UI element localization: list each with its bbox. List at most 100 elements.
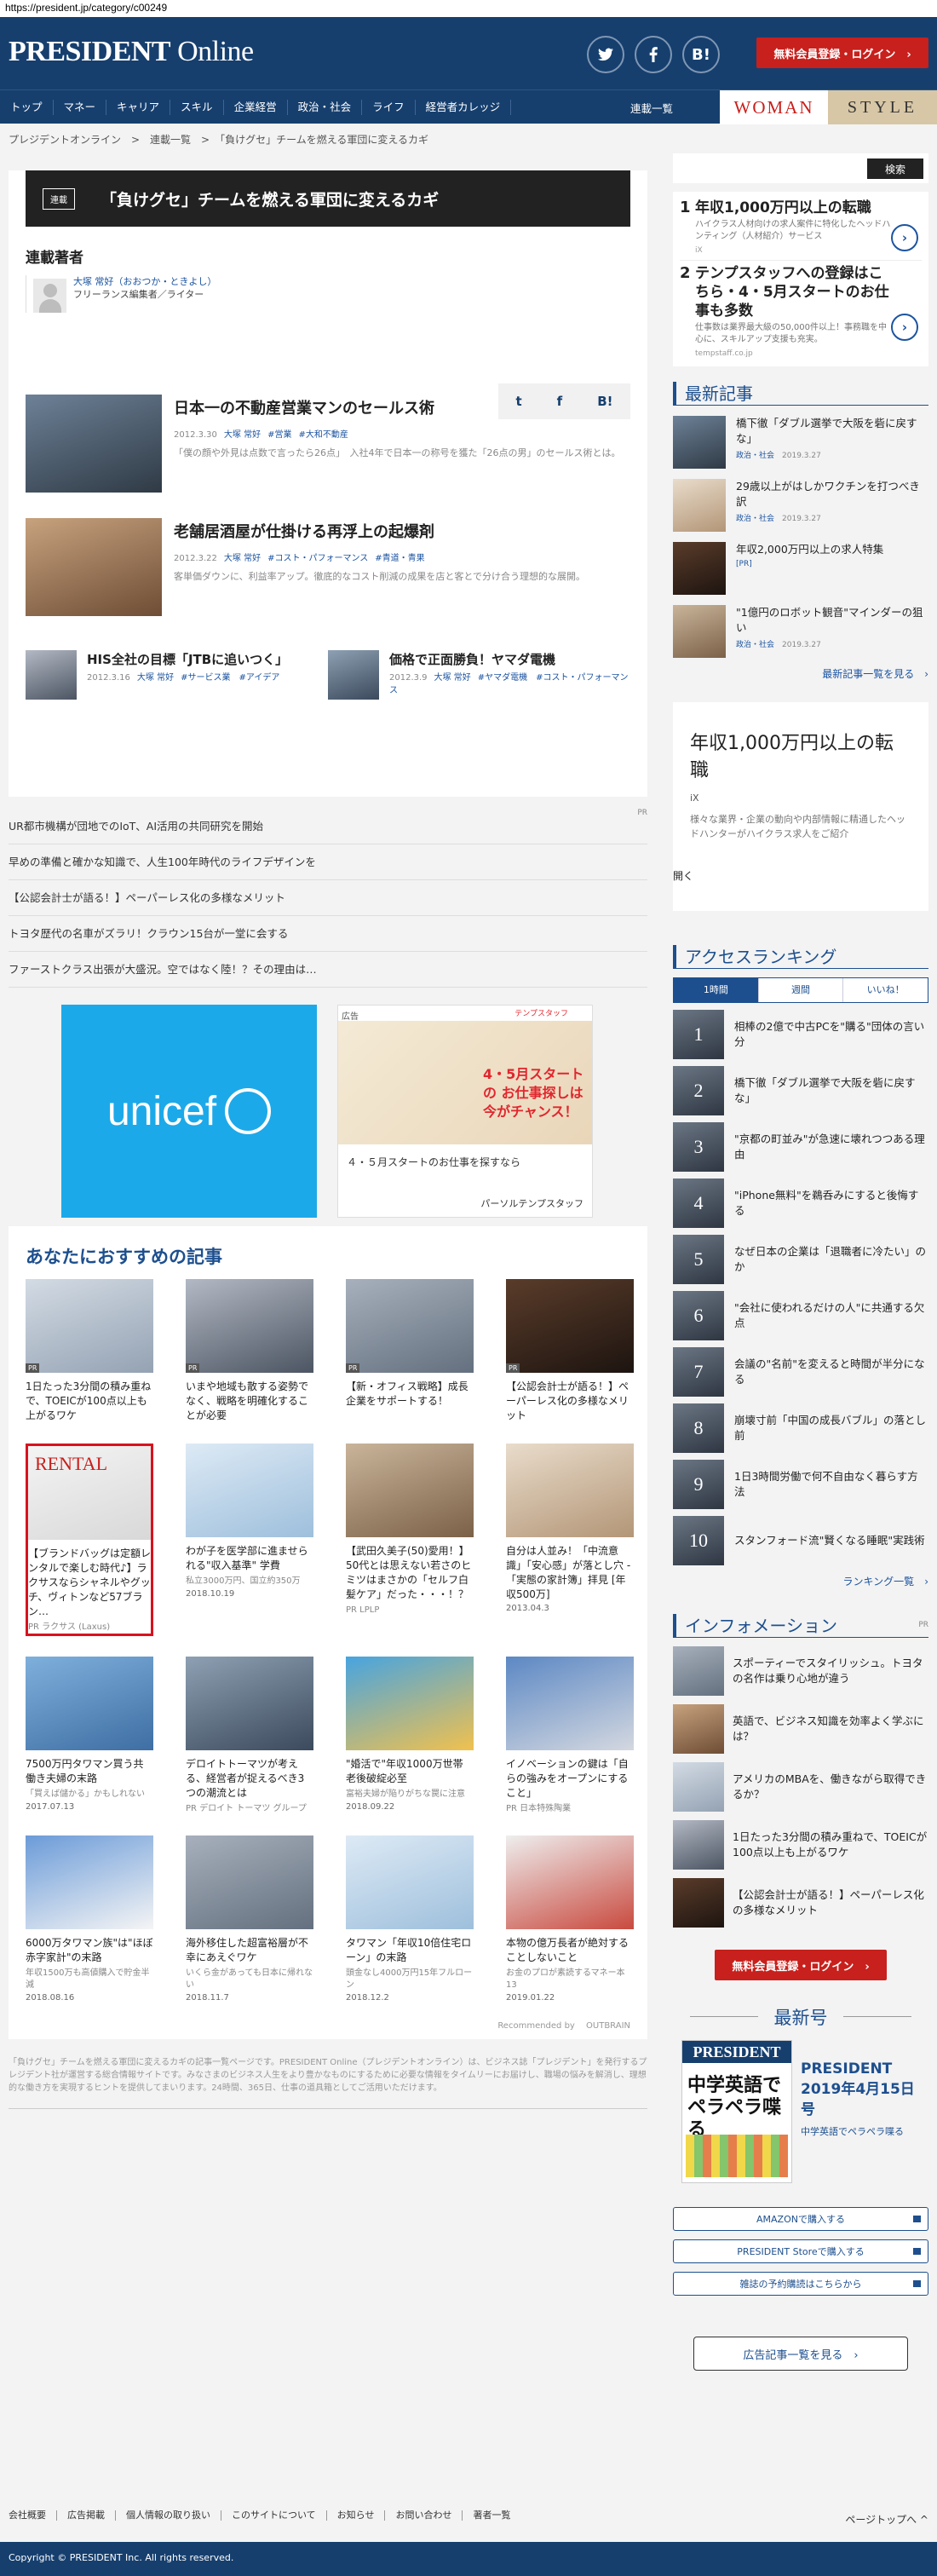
footer-link-contact[interactable]: お問い合わせ (385, 2510, 463, 2521)
recommend-card[interactable]: 海外移住した超富裕層が不幸にあえぐワケ いくら金があっても日本に帰れない 201… (186, 1835, 313, 2003)
tempstaff-ad[interactable]: 広告 テンプスタッフ 4・5月スタートの お仕事探しは 今がチャンス！ ４・５月… (337, 1005, 593, 1218)
ranking-item[interactable]: 9 1日3時間労働で何不自由なく暮らす方法 (673, 1460, 928, 1509)
url-bar[interactable]: https://president.jp/category/c00249 (0, 0, 937, 17)
recommend-card[interactable]: イノベーションの鍵は「自らの強みをオープンにすること」 PR 日本特殊陶業 (506, 1657, 634, 1815)
small-article-item[interactable]: HIS全社の目標「JTBに追いつく」 2012.3.16 大塚 常好 #サービス業 … (26, 650, 328, 700)
info-thumbnail[interactable] (673, 1704, 724, 1754)
style-link[interactable]: STYLE (828, 90, 937, 124)
info-item[interactable]: 英語で、ビジネス知識を効率よく学ぶには？ (673, 1704, 928, 1754)
card-thumbnail[interactable] (186, 1657, 313, 1750)
latest-item[interactable]: 29歳以上がはしかワクチンを打つべき訳 政治・社会 2019.3.27 (673, 479, 928, 532)
info-thumbnail[interactable] (673, 1820, 724, 1870)
tab-weekly[interactable]: 週間 (758, 978, 844, 1002)
job-ad-item[interactable]: 2 テンプスタッフへの登録はこちら・4・5月スタートのお仕事も多数 仕事数は業界… (680, 261, 922, 363)
card-thumbnail[interactable]: PR (346, 1279, 474, 1373)
nav-item-top[interactable]: トップ (0, 100, 54, 115)
article-author[interactable]: 大塚 常好 (137, 673, 174, 683)
ranking-item[interactable]: 4 "iPhone無料"を鵜呑みにすると後悔する (673, 1179, 928, 1228)
ranking-thumbnail[interactable]: 8 (673, 1403, 724, 1453)
card-title[interactable]: 【新・オフィス戦略】成長企業をサポートする！ (346, 1380, 474, 1409)
latest-more-link[interactable]: 最新記事一覧を見る › (673, 666, 928, 681)
nav-series-list[interactable]: 連載一覧 (630, 100, 673, 116)
info-title-text[interactable]: 1日たった3分間の積み重ねで、TOEICが100点以上も上がるワケ (733, 1830, 928, 1860)
ranking-thumbnail[interactable]: 7 (673, 1347, 724, 1397)
card-title[interactable]: デロイトトーマツが考える、経営者が捉えるべき3つの潮流とは (186, 1757, 313, 1801)
info-title-text[interactable]: 【公認会計士が語る！】ペーパーレス化の多様なメリット (733, 1887, 928, 1918)
ranking-title[interactable]: 会議の"名前"を変えると時間が半分になる (734, 1357, 928, 1387)
recommend-card[interactable]: "婚活で"年収1000万世帯 老後破綻必至 富裕夫婦が陥りがちな罠に注意 201… (346, 1657, 474, 1815)
card-title[interactable]: 【ブランドバッグは定額レンタルで楽しむ時代♪】ラクサスならシャネルやグッチ、ヴィ… (28, 1547, 151, 1619)
card-thumbnail[interactable] (186, 1835, 313, 1929)
ranking-thumbnail[interactable]: 4 (673, 1179, 724, 1228)
search-box[interactable]: 検索 (673, 153, 928, 183)
chevron-right-icon[interactable]: › (891, 314, 918, 341)
article-thumbnail[interactable] (26, 518, 162, 616)
latest-category[interactable]: 政治・社会 (736, 515, 774, 523)
article-author[interactable]: 大塚 常好 (434, 673, 471, 683)
latest-title-text[interactable]: 29歳以上がはしかワクチンを打つべき訳 (736, 479, 928, 510)
card-title[interactable]: いまや地域も散する姿勢でなく、戦略を明確化することが必要 (186, 1380, 313, 1423)
ranking-title[interactable]: "京都の町並み"が急速に壊れつつある理由 (734, 1132, 928, 1162)
card-thumbnail[interactable] (346, 1835, 474, 1929)
card-title[interactable]: 1日たった3分間の積み重ねで、TOEICが100点以上も上がるワケ (26, 1380, 153, 1423)
ranking-item[interactable]: 3 "京都の町並み"が急速に壊れつつある理由 (673, 1122, 928, 1172)
card-thumbnail[interactable] (26, 1657, 153, 1750)
info-item[interactable]: アメリカのMBAを、働きながら取得できるか？ (673, 1762, 928, 1812)
article-thumbnail[interactable] (328, 650, 379, 700)
hatena-bookmark-icon[interactable]: B! (682, 36, 720, 73)
card-thumbnail[interactable] (506, 1835, 634, 1929)
card-title[interactable]: 7500万円タワマン買う共働き夫婦の末路 (26, 1757, 153, 1786)
ranking-title[interactable]: スタンフォード流"賢くなる睡眠"実践術 (734, 1533, 925, 1548)
nav-item-college[interactable]: 経営者カレッジ (416, 100, 512, 115)
latest-title-text[interactable]: 橋下徹「ダブル選挙で大阪を砦に戻すな」 (736, 416, 928, 447)
card-title[interactable]: 6000万タワマン族"は"ほぼ赤字家計"の末路 (26, 1936, 153, 1965)
ranking-item[interactable]: 6 "会社に使われるだけの人"に共通する欠点 (673, 1291, 928, 1340)
latest-thumbnail[interactable] (673, 605, 726, 658)
nav-item-politics[interactable]: 政治・社会 (288, 100, 363, 115)
info-item[interactable]: 【公認会計士が語る！】ペーパーレス化の多様なメリット (673, 1878, 928, 1928)
tab-likes[interactable]: いいね！ (843, 978, 928, 1002)
article-tag[interactable]: #営業 (267, 430, 291, 440)
pr-link[interactable]: トヨタ歴代の名車がズラリ！クラウン15台が一堂に会する (9, 916, 647, 952)
info-thumbnail[interactable] (673, 1646, 724, 1696)
header-login-button[interactable]: 無料会員登録・ログイン › (756, 37, 928, 68)
article-author[interactable]: 大塚 常好 (224, 554, 261, 563)
ranking-thumbnail[interactable]: 1 (673, 1010, 724, 1059)
article-author[interactable]: 大塚 常好 (224, 430, 261, 440)
twitter-icon[interactable] (587, 36, 624, 73)
latest-thumbnail[interactable] (673, 542, 726, 595)
card-thumbnail[interactable] (346, 1444, 474, 1537)
nav-item-management[interactable]: 企業経営 (224, 100, 288, 115)
tab-1hour[interactable]: 1時間 (674, 978, 759, 1002)
ranking-thumbnail[interactable]: 3 (673, 1122, 724, 1172)
side-ad-title[interactable]: 年収1,000万円以上の転職 (690, 728, 911, 782)
buy-store-button[interactable]: PRESIDENT Storeで購入する (673, 2239, 928, 2263)
subscribe-button[interactable]: 雑誌の予約購読はこちらから (673, 2272, 928, 2296)
ranking-item[interactable]: 8 崩壊寸前「中国の成長バブル」の落とし前 (673, 1403, 928, 1453)
card-title[interactable]: 海外移住した超富裕層が不幸にあえぐワケ (186, 1936, 313, 1965)
ranking-thumbnail[interactable]: 2 (673, 1066, 724, 1115)
recommend-card[interactable]: PR 【新・オフィス戦略】成長企業をサポートする！ (346, 1279, 474, 1423)
recommend-card[interactable]: PR いまや地域も散する姿勢でなく、戦略を明確化することが必要 (186, 1279, 313, 1423)
ranking-thumbnail[interactable]: 5 (673, 1235, 724, 1284)
latest-title-text[interactable]: 年収2,000万円以上の求人特集 (736, 542, 883, 557)
card-thumbnail[interactable]: PR (186, 1279, 313, 1373)
latest-item[interactable]: "1億円のロボット観音"マインダーの狙い 政治・社会 2019.3.27 (673, 605, 928, 658)
breadcrumb[interactable]: プレジデントオンライン > 連載一覧 > 「負けグセ」チームを燃える軍団に変える… (9, 132, 428, 147)
pr-link[interactable]: ファーストクラス出張が大盛況。空ではなく陸！？その理由は… (9, 952, 647, 988)
article-item[interactable]: 老舗居酒屋が仕掛ける再浮上の起爆剤 2012.3.22 大塚 常好 #コスト・パフォ… (26, 518, 630, 616)
latest-category[interactable]: 政治・社会 (736, 641, 774, 649)
woman-link[interactable]: WOMAN (720, 90, 828, 124)
pr-link[interactable]: 【公認会計士が語る！】ペーパーレス化の多様なメリット (9, 880, 647, 916)
nav-item-career[interactable]: キャリア (106, 100, 171, 115)
latest-thumbnail[interactable] (673, 479, 726, 532)
recommend-card[interactable]: タワマン「年収10倍住宅ローン」の末路 頭金なし4000万円15年フルローン 2… (346, 1835, 474, 2003)
ad-list-button[interactable]: 広告記事一覧を見る › (693, 2337, 908, 2371)
article-tags[interactable]: #サービス業 #アイデア (181, 673, 279, 683)
facebook-icon[interactable] (635, 36, 672, 73)
card-thumbnail[interactable]: RENTAL (28, 1446, 151, 1540)
info-title-text[interactable]: アメリカのMBAを、働きながら取得できるか？ (733, 1772, 928, 1802)
footer-link-ads[interactable]: 広告掲載 (57, 2510, 116, 2521)
card-title[interactable]: タワマン「年収10倍住宅ローン」の末路 (346, 1936, 474, 1965)
recommend-card[interactable]: 本物の億万長者が絶対することしないこと お金のプロが素読するマネー本13 201… (506, 1835, 634, 2003)
